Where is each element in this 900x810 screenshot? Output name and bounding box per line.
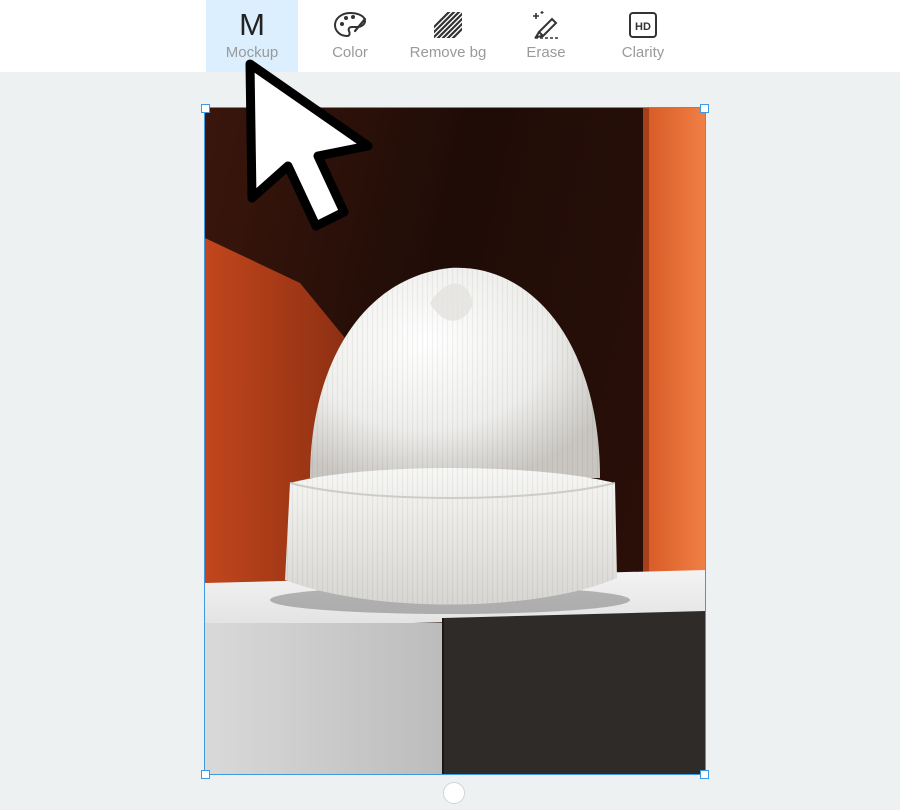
clarity-tool-button[interactable]: HD Clarity [600, 0, 686, 72]
remove-bg-tool-button[interactable]: Remove bg [400, 0, 496, 72]
toolbar: M Mockup Color Remove bg Erase HD Clarit… [0, 0, 900, 72]
mockup-icon: M [239, 7, 265, 42]
rotate-handle[interactable] [443, 782, 465, 804]
remove-bg-label: Remove bg [409, 44, 487, 61]
erase-label: Erase [526, 44, 566, 61]
clarity-label: Clarity [621, 44, 665, 61]
remove-bg-icon [430, 10, 466, 40]
palette-icon [332, 10, 368, 40]
mouse-pointer-icon [240, 58, 380, 234]
resize-handle-bottom-left[interactable] [201, 770, 210, 779]
hd-icon: HD [625, 10, 661, 40]
svg-text:HD: HD [635, 21, 651, 33]
resize-handle-bottom-right[interactable] [700, 770, 709, 779]
resize-handle-top-right[interactable] [700, 104, 709, 113]
erase-icon [528, 10, 564, 40]
erase-tool-button[interactable]: Erase [503, 0, 589, 72]
resize-handle-top-left[interactable] [201, 104, 210, 113]
